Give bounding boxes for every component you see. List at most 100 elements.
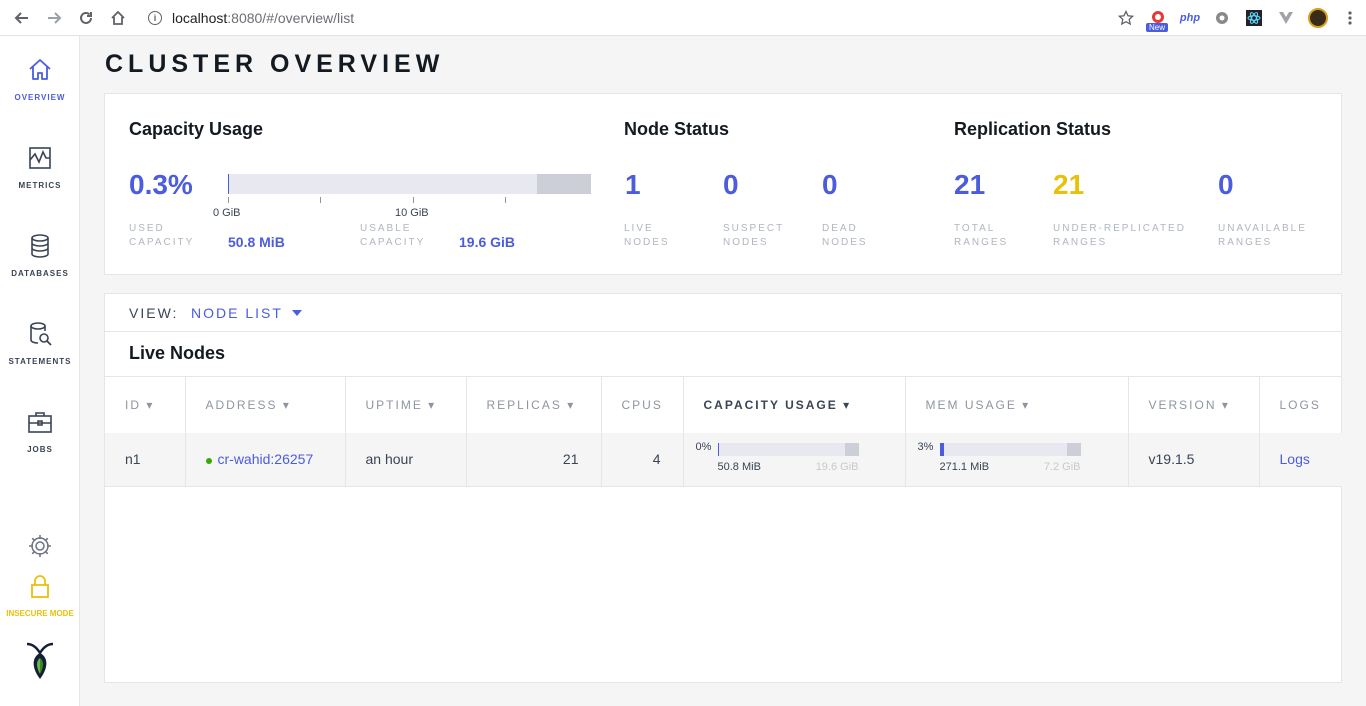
capacity-unusable-segment xyxy=(537,174,591,194)
axis-tick xyxy=(505,197,506,203)
column-header-capacity-usage[interactable]: CAPACITY USAGE ▾ xyxy=(683,376,906,433)
mem-mini-fill xyxy=(939,443,945,457)
gear-extension-icon[interactable] xyxy=(1206,0,1238,36)
chart-icon xyxy=(29,147,51,169)
column-header-replicas[interactable]: REPLICAS ▾ xyxy=(466,376,602,433)
database-icon xyxy=(31,234,49,258)
sidebar: OVERVIEW METRICS DATABASES STATEMENTS JO… xyxy=(0,36,80,706)
unavailable-ranges-label: UNAVAILABLE RANGES xyxy=(1218,223,1307,248)
column-header-mem-usage[interactable]: MEM USAGE ▾ xyxy=(905,376,1129,433)
view-label: VIEW: xyxy=(129,305,179,321)
insecure-mode-indicator[interactable]: INSECURE MODE xyxy=(0,572,80,618)
total-ranges-label: TOTAL RANGES xyxy=(954,223,1009,248)
caret-down-icon[interactable] xyxy=(292,310,302,316)
column-header-cpus[interactable]: CPUS xyxy=(601,376,684,433)
mem-mini-unusable xyxy=(1066,443,1081,457)
mem-mini-bar: 3% 271.1 MiB 7.2 GiB xyxy=(906,439,1086,479)
sidebar-item-label: DATABASES xyxy=(11,269,69,278)
home-browser-icon[interactable] xyxy=(104,4,132,32)
unavailable-ranges-count: 0 xyxy=(1218,169,1234,200)
column-header-logs: LOGS xyxy=(1259,376,1342,433)
usable-capacity-value: 19.6 GiB xyxy=(459,234,516,250)
sidebar-item-label: STATEMENTS xyxy=(8,357,72,366)
home-icon xyxy=(29,59,51,80)
lock-icon xyxy=(31,575,49,598)
suspect-nodes-label: SUSPECT NODES xyxy=(723,223,785,248)
replication-status-title: Replication Status xyxy=(954,119,1112,139)
sidebar-item-overview[interactable]: OVERVIEW xyxy=(0,56,80,102)
capacity-usage-title: Capacity Usage xyxy=(129,119,264,139)
capacity-used-label: 50.8 MiB xyxy=(717,461,761,474)
settings-button[interactable] xyxy=(0,532,80,565)
sidebar-item-databases[interactable]: DATABASES xyxy=(0,232,80,278)
capacity-percent-label: 0% xyxy=(695,441,712,454)
view-selector: VIEW: NODE LIST xyxy=(105,294,1341,332)
node-capacity-cell: 0% 50.8 MiB 19.6 GiB xyxy=(683,432,906,487)
profile-avatar[interactable] xyxy=(1302,0,1334,36)
sidebar-item-label: JOBS xyxy=(27,445,53,454)
node-cpus-cell: 4 xyxy=(601,432,684,487)
dead-nodes-count: 0 xyxy=(822,169,838,200)
tick-label: 10 GiB xyxy=(395,207,429,219)
sidebar-item-label: OVERVIEW xyxy=(14,93,66,102)
capacity-bar xyxy=(228,174,591,194)
capacity-mini-bar: 0% 50.8 MiB 19.6 GiB xyxy=(684,439,864,479)
new-badge: New xyxy=(1146,23,1169,32)
node-id-cell: n1 xyxy=(105,432,186,487)
view-dropdown[interactable]: NODE LIST xyxy=(191,305,283,321)
node-version-cell: v19.1.5 xyxy=(1128,432,1260,487)
extension-new-icon[interactable]: New xyxy=(1142,0,1174,36)
bookmark-star-icon[interactable] xyxy=(1110,0,1142,36)
cluster-summary-card: Capacity Usage 0.3% 0 GiB 10 GiB USED CA… xyxy=(104,93,1342,275)
live-status-dot xyxy=(205,457,212,464)
live-nodes-count: 1 xyxy=(625,169,641,200)
reload-icon[interactable] xyxy=(72,4,100,32)
url-host: localhost xyxy=(172,10,228,26)
extensions-row: New php xyxy=(1110,0,1366,36)
live-nodes-label: LIVE NODES xyxy=(624,223,670,248)
sidebar-item-jobs[interactable]: JOBS xyxy=(0,408,80,454)
logs-link[interactable]: Logs xyxy=(1280,451,1310,467)
axis-tick xyxy=(320,197,321,203)
site-info-icon[interactable]: i xyxy=(148,11,162,25)
mem-percent-label: 3% xyxy=(917,441,934,454)
php-extension-icon[interactable]: php xyxy=(1174,0,1206,36)
node-replicas-cell: 21 xyxy=(466,432,602,487)
address-bar[interactable]: i localhost:8080/#/overview/list xyxy=(148,8,354,28)
url-path: :8080/#/overview/list xyxy=(227,10,355,26)
column-header-uptime[interactable]: UPTIME ▾ xyxy=(345,376,467,433)
capacity-mini-fill xyxy=(717,443,719,457)
column-header-address[interactable]: ADDRESS ▾ xyxy=(185,376,346,433)
column-header-id[interactable]: ID ▾ xyxy=(105,376,186,433)
column-header-version[interactable]: VERSION ▾ xyxy=(1128,376,1260,433)
sidebar-item-statements[interactable]: STATEMENTS xyxy=(0,320,80,366)
browser-menu-icon[interactable] xyxy=(1334,0,1366,36)
mem-used-label: 271.1 MiB xyxy=(939,461,990,474)
node-mem-cell: 3% 271.1 MiB 7.2 GiB xyxy=(905,432,1129,487)
mem-mini-track xyxy=(939,443,1081,457)
mem-total-label: 7.2 GiB xyxy=(1043,461,1081,474)
node-uptime-cell: an hour xyxy=(345,432,467,487)
cockroach-logo xyxy=(0,640,80,687)
sidebar-item-metrics[interactable]: METRICS xyxy=(0,144,80,190)
back-icon[interactable] xyxy=(8,4,36,32)
sidebar-item-label: METRICS xyxy=(18,181,62,190)
under-replicated-count: 21 xyxy=(1053,169,1085,200)
react-devtools-icon[interactable] xyxy=(1238,0,1270,36)
node-address-cell: cr-wahid:26257 xyxy=(185,432,346,487)
briefcase-icon xyxy=(28,412,52,433)
capacity-total-label: 19.6 GiB xyxy=(815,461,859,474)
tick-label: 0 GiB xyxy=(213,207,241,219)
vue-devtools-icon[interactable] xyxy=(1270,0,1302,36)
axis-tick xyxy=(413,197,414,203)
node-logs-cell: Logs xyxy=(1259,432,1342,487)
capacity-mini-unusable xyxy=(844,443,859,457)
node-status-title: Node Status xyxy=(624,119,730,139)
capacity-percent: 0.3% xyxy=(129,169,193,200)
nodes-table: ID ▾ ADDRESS ▾ UPTIME ▾ REPLICAS ▾ CPUS … xyxy=(105,376,1342,487)
node-address: cr-wahid:26257 xyxy=(217,451,314,468)
forward-icon[interactable] xyxy=(40,4,68,32)
suspect-nodes-count: 0 xyxy=(723,169,739,200)
usable-capacity-label: USABLE CAPACITY xyxy=(360,223,426,248)
insecure-mode-label: INSECURE MODE xyxy=(6,609,74,618)
